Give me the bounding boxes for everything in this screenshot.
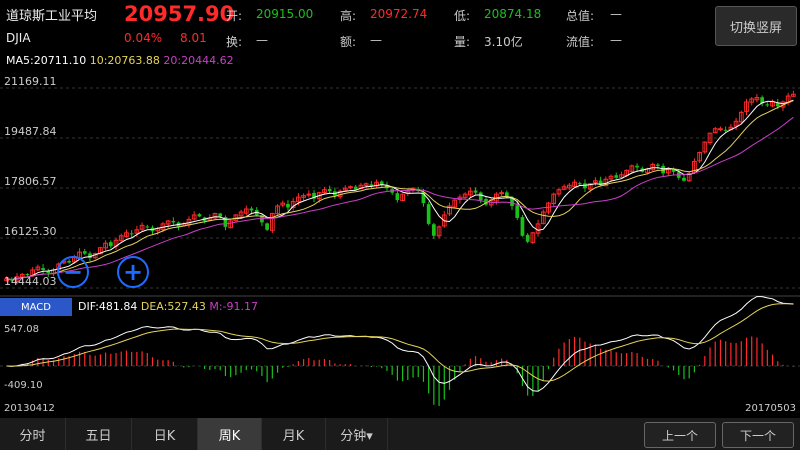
switch-portrait-button[interactable]: 切换竖屏 — [715, 6, 797, 46]
candle-body — [682, 177, 686, 181]
total-value-label: 总值: — [566, 9, 595, 23]
date-end: 20170503 — [745, 403, 796, 414]
candle-body — [395, 193, 400, 201]
candle-body — [765, 104, 770, 106]
candle-body — [723, 129, 728, 131]
candle-body — [327, 189, 332, 192]
tab-monthly-k[interactable]: 月K — [262, 418, 326, 450]
candle-body — [520, 217, 525, 236]
dea-label: DEA:527.43 — [140, 300, 206, 313]
low-value: 20874.18 — [484, 7, 542, 21]
ma5-line — [6, 99, 794, 281]
tab-weekly-k[interactable]: 周K — [198, 418, 262, 450]
candle-body — [197, 214, 202, 217]
float-value-label: 流值: — [566, 35, 595, 49]
prev-button[interactable]: 上一个 — [644, 422, 716, 448]
amount-value: — — [370, 33, 382, 47]
high-label: 高: — [340, 9, 357, 23]
candle-body — [286, 203, 290, 208]
open-label: 开: — [226, 9, 243, 23]
stock-code: DJIA — [6, 31, 31, 45]
macd-legend: DIF:481.84 DEA:527.43 M:-91.17 — [78, 300, 258, 313]
candle-body — [478, 192, 483, 201]
candle-body — [306, 193, 312, 196]
candle-body — [515, 205, 520, 218]
price-axis-label: 16125.30 — [4, 225, 57, 238]
candle-body — [353, 186, 358, 190]
high-value: 20972.74 — [370, 7, 428, 21]
change-percent: 0.04% — [124, 31, 163, 45]
open-value: 20915.00 — [256, 7, 314, 21]
tab-daily-k[interactable]: 日K — [132, 418, 198, 450]
candle-body — [614, 175, 619, 178]
quote-header: 道琼斯工业平均 DJIA 20957.90 0.04% 8.01 开: 2091… — [0, 0, 800, 52]
candle-body — [426, 204, 431, 224]
ma-legend: MA5:20711.10 10:20763.88 20:20444.62 — [6, 54, 234, 67]
date-start: 20130412 — [4, 403, 55, 414]
turnover-label: 换: — [226, 35, 243, 49]
ma20-line — [6, 116, 794, 281]
period-tab-bar: 分时 五日 日K 周K 月K 分钟▾ 上一个 下一个 — [0, 418, 800, 450]
price-axis-label: 21169.11 — [4, 75, 57, 88]
price-axis-label: 14444.03 — [4, 275, 57, 288]
ma20-label: 20:20444.62 — [163, 54, 234, 67]
total-value: — — [610, 7, 622, 21]
volume-label: 量: — [454, 35, 471, 49]
volume-value: 3.10亿 — [484, 35, 523, 49]
candle-body — [265, 223, 269, 230]
dif-label: DIF:481.84 — [78, 300, 138, 313]
candle-body — [499, 192, 504, 195]
candle-body — [432, 224, 436, 236]
candle-body — [577, 183, 582, 185]
candle-body — [129, 233, 134, 235]
candle-body — [82, 251, 87, 254]
tab-five-day[interactable]: 五日 — [66, 418, 132, 450]
change-value: 8.01 — [180, 31, 207, 45]
turnover-value: — — [256, 33, 268, 47]
last-price: 20957.90 — [124, 2, 235, 26]
macd-indicator-tab[interactable]: MACD — [0, 298, 72, 316]
price-axis-label: 19487.84 — [4, 125, 57, 138]
ma5-label: MA5:20711.10 — [6, 54, 87, 67]
candle-body — [775, 103, 780, 107]
minus-icon: − — [62, 258, 84, 286]
m-label: M:-91.17 — [209, 300, 259, 313]
candle-body — [145, 226, 150, 228]
candle-body — [635, 165, 639, 168]
tab-minute[interactable]: 分时 — [0, 418, 66, 450]
zoom-out-button[interactable]: − — [57, 256, 89, 288]
stock-name: 道琼斯工业平均 — [6, 9, 98, 24]
candle-body — [718, 128, 723, 131]
macd-axis-top: 547.08 — [4, 324, 39, 335]
candle-body — [171, 221, 176, 223]
candle-body — [473, 190, 478, 193]
candle-body — [218, 213, 223, 217]
candle-body — [108, 242, 113, 247]
float-value: — — [610, 33, 622, 47]
next-button[interactable]: 下一个 — [722, 422, 794, 448]
low-label: 低: — [454, 9, 471, 23]
candle-body — [525, 234, 530, 242]
ma10-label: 10:20763.88 — [89, 54, 160, 67]
amount-label: 额: — [340, 35, 357, 49]
kline-chart[interactable]: 21169.11 19487.84 17806.57 16125.30 14444.03… — [0, 70, 800, 418]
zoom-in-button[interactable]: + — [117, 256, 149, 288]
tab-minutes-dropdown[interactable]: 分钟▾ — [326, 418, 388, 450]
plus-icon: + — [122, 258, 144, 286]
macd-axis-bottom: -409.10 — [4, 380, 43, 391]
candle-body — [41, 268, 45, 270]
price-axis-label: 17806.57 — [4, 175, 57, 188]
candle-body — [249, 208, 254, 211]
candle-body — [656, 164, 660, 166]
